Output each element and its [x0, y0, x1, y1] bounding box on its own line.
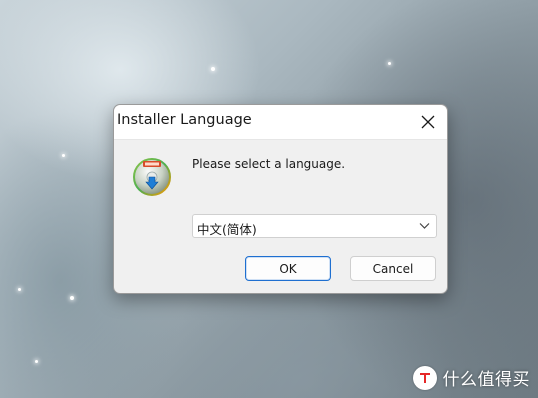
background-sparkle — [211, 67, 215, 71]
installer-language-dialog: Installer Language Please select a langu… — [113, 104, 448, 294]
language-prompt: Please select a language. — [192, 157, 346, 171]
dialog-title: Installer Language — [117, 112, 252, 128]
close-icon — [421, 115, 435, 129]
dialog-titlebar[interactable]: Installer Language — [114, 105, 447, 140]
smzdm-logo-icon — [412, 365, 437, 390]
background-sparkle — [62, 154, 65, 157]
ok-button[interactable]: OK — [245, 256, 331, 281]
installer-icon — [131, 155, 173, 197]
background-sparkle — [35, 360, 38, 363]
close-button[interactable] — [415, 109, 441, 135]
selected-language: 中文(简体) — [197, 222, 257, 237]
chevron-down-icon — [419, 223, 430, 229]
background-sparkle — [70, 296, 74, 300]
language-select[interactable]: 中文(简体) — [192, 214, 437, 238]
cancel-button[interactable]: Cancel — [350, 256, 436, 281]
background-sparkle — [388, 62, 391, 65]
background-sparkle — [18, 288, 21, 291]
watermark: 什么值得买 — [412, 365, 531, 390]
watermark-text: 什么值得买 — [442, 370, 530, 390]
desktop-background: Installer Language Please select a langu… — [0, 0, 538, 398]
